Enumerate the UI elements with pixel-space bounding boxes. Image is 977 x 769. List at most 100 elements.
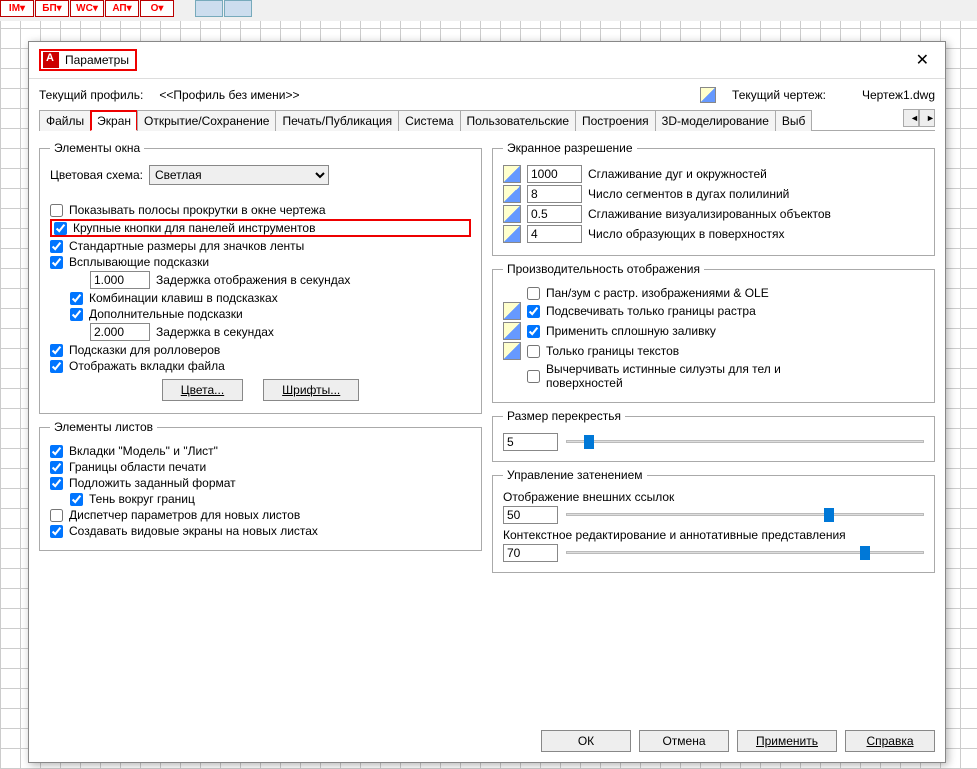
dwg-icon [503,185,521,203]
performance-legend: Производительность отображения [503,262,704,276]
surf-contour-label: Число образующих в поверхностях [588,227,785,241]
tab-open-save[interactable]: Открытие/Сохранение [137,110,276,131]
text-bounds-label: Только границы текстов [546,344,679,358]
layout-elements-legend: Элементы листов [50,420,157,434]
ok-button[interactable]: ОК [541,730,631,752]
ext-tips-delay-input[interactable] [90,323,150,341]
dwg-icon [503,342,521,360]
drawing-icon [700,87,716,103]
ext-tips-checkbox[interactable] [70,308,83,321]
edit-fade-input[interactable] [503,544,558,562]
dialog-buttons: ОК Отмена Применить Справка [29,720,945,762]
arc-smooth-input[interactable] [527,165,582,183]
crosshair-group: Размер перекрестья [492,409,935,462]
drawing-label: Текущий чертеж: [732,88,826,102]
cancel-button[interactable]: Отмена [639,730,729,752]
dialog-title: Параметры [65,53,129,67]
resolution-legend: Экранное разрешение [503,141,637,155]
large-buttons-highlight: Крупные кнопки для панелей инструментов [50,219,471,237]
tab-selection[interactable]: Выб [775,110,813,131]
tab-3d[interactable]: 3D-моделирование [655,110,776,131]
poly-seg-label: Число сегментов в дугах полилиний [588,187,789,201]
edit-fade-label: Контекстное редактирование и аннотативны… [503,528,924,542]
performance-group: Производительность отображения Пан/зум с… [492,262,935,403]
tab-files[interactable]: Файлы [39,110,91,131]
viewports-label: Создавать видовые экраны на новых листах [69,524,318,538]
shortcuts-label: Комбинации клавиш в подсказках [89,291,278,305]
tab-drafting[interactable]: Построения [575,110,656,131]
edit-fade-slider[interactable] [566,544,924,562]
tab-system[interactable]: Система [398,110,460,131]
dwg-icon [503,302,521,320]
surf-contour-input[interactable] [527,225,582,243]
xref-fade-slider[interactable] [566,506,924,524]
apply-button[interactable]: Применить [737,730,837,752]
raster-bounds-label: Подсвечивать только границы растра [546,304,756,318]
layout-elements-group: Элементы листов Вкладки "Модель" и "Лист… [39,420,482,551]
paper-format-label: Подложить заданный формат [69,476,236,490]
paper-format-checkbox[interactable] [50,477,63,490]
tooltips-checkbox[interactable] [50,256,63,269]
file-tabs-checkbox[interactable] [50,360,63,373]
tab-bar: Файлы Экран Открытие/Сохранение Печать/П… [39,109,935,131]
autocad-icon [43,52,59,68]
drawing-value: Чертеж1.dwg [862,88,935,102]
color-scheme-select[interactable]: Светлая [149,165,329,185]
fade-legend: Управление затенением [503,468,647,482]
tab-user[interactable]: Пользовательские [460,110,577,131]
color-scheme-label: Цветовая схема: [50,168,143,182]
model-tabs-checkbox[interactable] [50,445,63,458]
profile-label: Текущий профиль: [39,88,143,102]
solid-fill-label: Применить сплошную заливку [546,324,716,338]
silhouettes-checkbox[interactable] [527,370,540,383]
background-toolbar: IM▾БП▾WC▾АП▾О▾ [0,0,977,21]
silhouettes-label: Вычерчивать истинные силуэты для тел и п… [546,362,846,390]
crosshair-slider[interactable] [566,433,924,451]
rollover-checkbox[interactable] [50,344,63,357]
options-dialog: Параметры ✕ Текущий профиль: <<Профиль б… [28,41,946,763]
large-buttons-checkbox[interactable] [54,222,67,235]
xref-fade-input[interactable] [503,506,558,524]
help-button[interactable]: Справка [845,730,935,752]
xref-fade-label: Отображение внешних ссылок [503,490,924,504]
file-tabs-label: Отображать вкладки файла [69,359,225,373]
tab-scroll-left[interactable]: ◄ [903,109,919,127]
dwg-icon [503,205,521,223]
panzoom-checkbox[interactable] [527,287,540,300]
std-sizes-checkbox[interactable] [50,240,63,253]
render-smooth-input[interactable] [527,205,582,223]
crosshair-input[interactable] [503,433,558,451]
arc-smooth-label: Сглаживание дуг и окружностей [588,167,767,181]
dwg-icon [503,322,521,340]
poly-seg-input[interactable] [527,185,582,203]
ext-tips-delay-label: Задержка в секундах [156,325,274,339]
shadow-label: Тень вокруг границ [89,492,195,506]
fonts-button[interactable]: Шрифты... [263,379,359,401]
shortcuts-checkbox[interactable] [70,292,83,305]
tab-plot[interactable]: Печать/Публикация [275,110,399,131]
solid-fill-checkbox[interactable] [527,325,540,338]
scrollbars-label: Показывать полосы прокрутки в окне черте… [69,203,326,217]
tab-display[interactable]: Экран [90,110,138,131]
panzoom-label: Пан/зум с растр. изображениями & OLE [546,286,769,300]
resolution-group: Экранное разрешение Сглаживание дуг и ок… [492,141,935,256]
tooltip-delay-input[interactable] [90,271,150,289]
std-sizes-label: Стандартные размеры для значков ленты [69,239,304,253]
close-button[interactable]: ✕ [910,48,935,72]
tab-scroll-right[interactable]: ► [919,109,935,127]
ext-tips-label: Дополнительные подсказки [89,307,243,321]
raster-bounds-checkbox[interactable] [527,305,540,318]
titlebar: Параметры ✕ [29,42,945,79]
profile-value: <<Профиль без имени>> [159,88,299,102]
scrollbars-checkbox[interactable] [50,204,63,217]
text-bounds-checkbox[interactable] [527,345,540,358]
title-highlight: Параметры [39,49,137,71]
crosshair-legend: Размер перекрестья [503,409,625,423]
print-bounds-label: Границы области печати [69,460,206,474]
shadow-checkbox[interactable] [70,493,83,506]
dispatcher-checkbox[interactable] [50,509,63,522]
tooltip-delay-label: Задержка отображения в секундах [156,273,350,287]
print-bounds-checkbox[interactable] [50,461,63,474]
viewports-checkbox[interactable] [50,525,63,538]
colors-button[interactable]: Цвета... [162,379,243,401]
